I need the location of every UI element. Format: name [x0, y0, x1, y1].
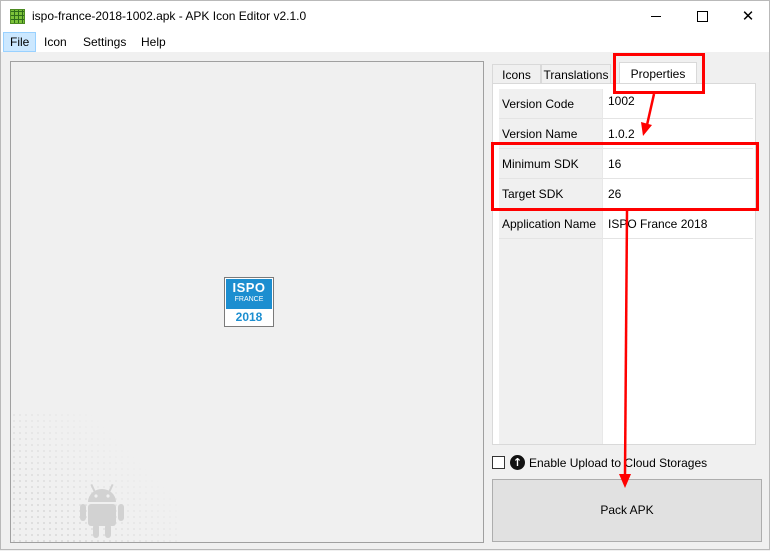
window-title: ispo-france-2018-1002.apk - APK Icon Edi… [32, 9, 307, 23]
application-name-field[interactable]: ISPO France 2018 [602, 209, 753, 239]
tab-properties[interactable]: Properties [619, 62, 697, 84]
target-sdk-field[interactable]: 26 [602, 179, 753, 209]
title-bar: ispo-france-2018-1002.apk - APK Icon Edi… [1, 1, 769, 32]
tab-translations[interactable]: Translations [541, 64, 611, 84]
property-row-version-name: Version Name 1.0.2 [499, 119, 753, 149]
grid-fill-left [499, 239, 602, 444]
app-icon-preview[interactable]: ISPO FRANCE 2018 [224, 277, 274, 327]
property-label: Version Code [499, 89, 602, 119]
menu-file[interactable]: File [3, 32, 37, 52]
preview-icon-banner: ISPO FRANCE [226, 279, 272, 309]
grid-fill-right [602, 239, 753, 444]
menu-settings[interactable]: Settings [77, 32, 132, 52]
tab-icons[interactable]: Icons [492, 64, 541, 84]
icon-preview-panel[interactable]: ISPO FRANCE 2018 [10, 61, 484, 543]
maximize-icon [696, 11, 708, 22]
upload-arrow-icon: ↑ [510, 455, 525, 470]
cloud-upload-checkbox[interactable] [492, 456, 505, 469]
cloud-upload-label[interactable]: Enable Upload to Cloud Storages [529, 456, 707, 470]
menu-icon[interactable]: Icon [38, 32, 73, 52]
grid-app-icon [10, 9, 25, 24]
preview-icon-subtitle: FRANCE [234, 296, 264, 303]
property-label: Version Name [499, 119, 602, 149]
preview-icon-year: 2018 [235, 310, 263, 324]
preview-icon-brand: ISPO [232, 280, 266, 295]
menu-help[interactable]: Help [135, 32, 172, 52]
property-label: Target SDK [499, 179, 602, 209]
cloud-upload-option: ↑ Enable Upload to Cloud Storages [492, 455, 762, 471]
properties-grid-empty-area [499, 239, 753, 444]
minimize-icon [651, 16, 661, 17]
minimum-sdk-field[interactable]: 16 [602, 149, 753, 179]
minimize-button[interactable] [633, 1, 679, 32]
app-window: ispo-france-2018-1002.apk - APK Icon Edi… [0, 0, 770, 550]
maximize-button[interactable] [679, 1, 725, 32]
property-row-target-sdk: Target SDK 26 [499, 179, 753, 209]
version-code-field[interactable]: 1002 [602, 89, 753, 119]
menu-bar: File Icon Settings Help [1, 32, 769, 52]
property-label: Minimum SDK [499, 149, 602, 179]
properties-panel: Version Code 1002 Version Name 1.0.2 Min… [492, 83, 756, 445]
android-robot-icon [80, 483, 124, 538]
property-row-minimum-sdk: Minimum SDK 16 [499, 149, 753, 179]
close-icon: ✕ [741, 7, 755, 25]
version-name-field[interactable]: 1.0.2 [602, 119, 753, 149]
pack-apk-button[interactable]: Pack APK [492, 479, 762, 542]
close-button[interactable]: ✕ [725, 1, 770, 32]
property-row-version-code: Version Code 1002 [499, 89, 753, 119]
property-label: Application Name [499, 209, 602, 239]
properties-grid: Version Code 1002 Version Name 1.0.2 Min… [499, 89, 753, 444]
property-row-application-name: Application Name ISPO France 2018 [499, 209, 753, 239]
